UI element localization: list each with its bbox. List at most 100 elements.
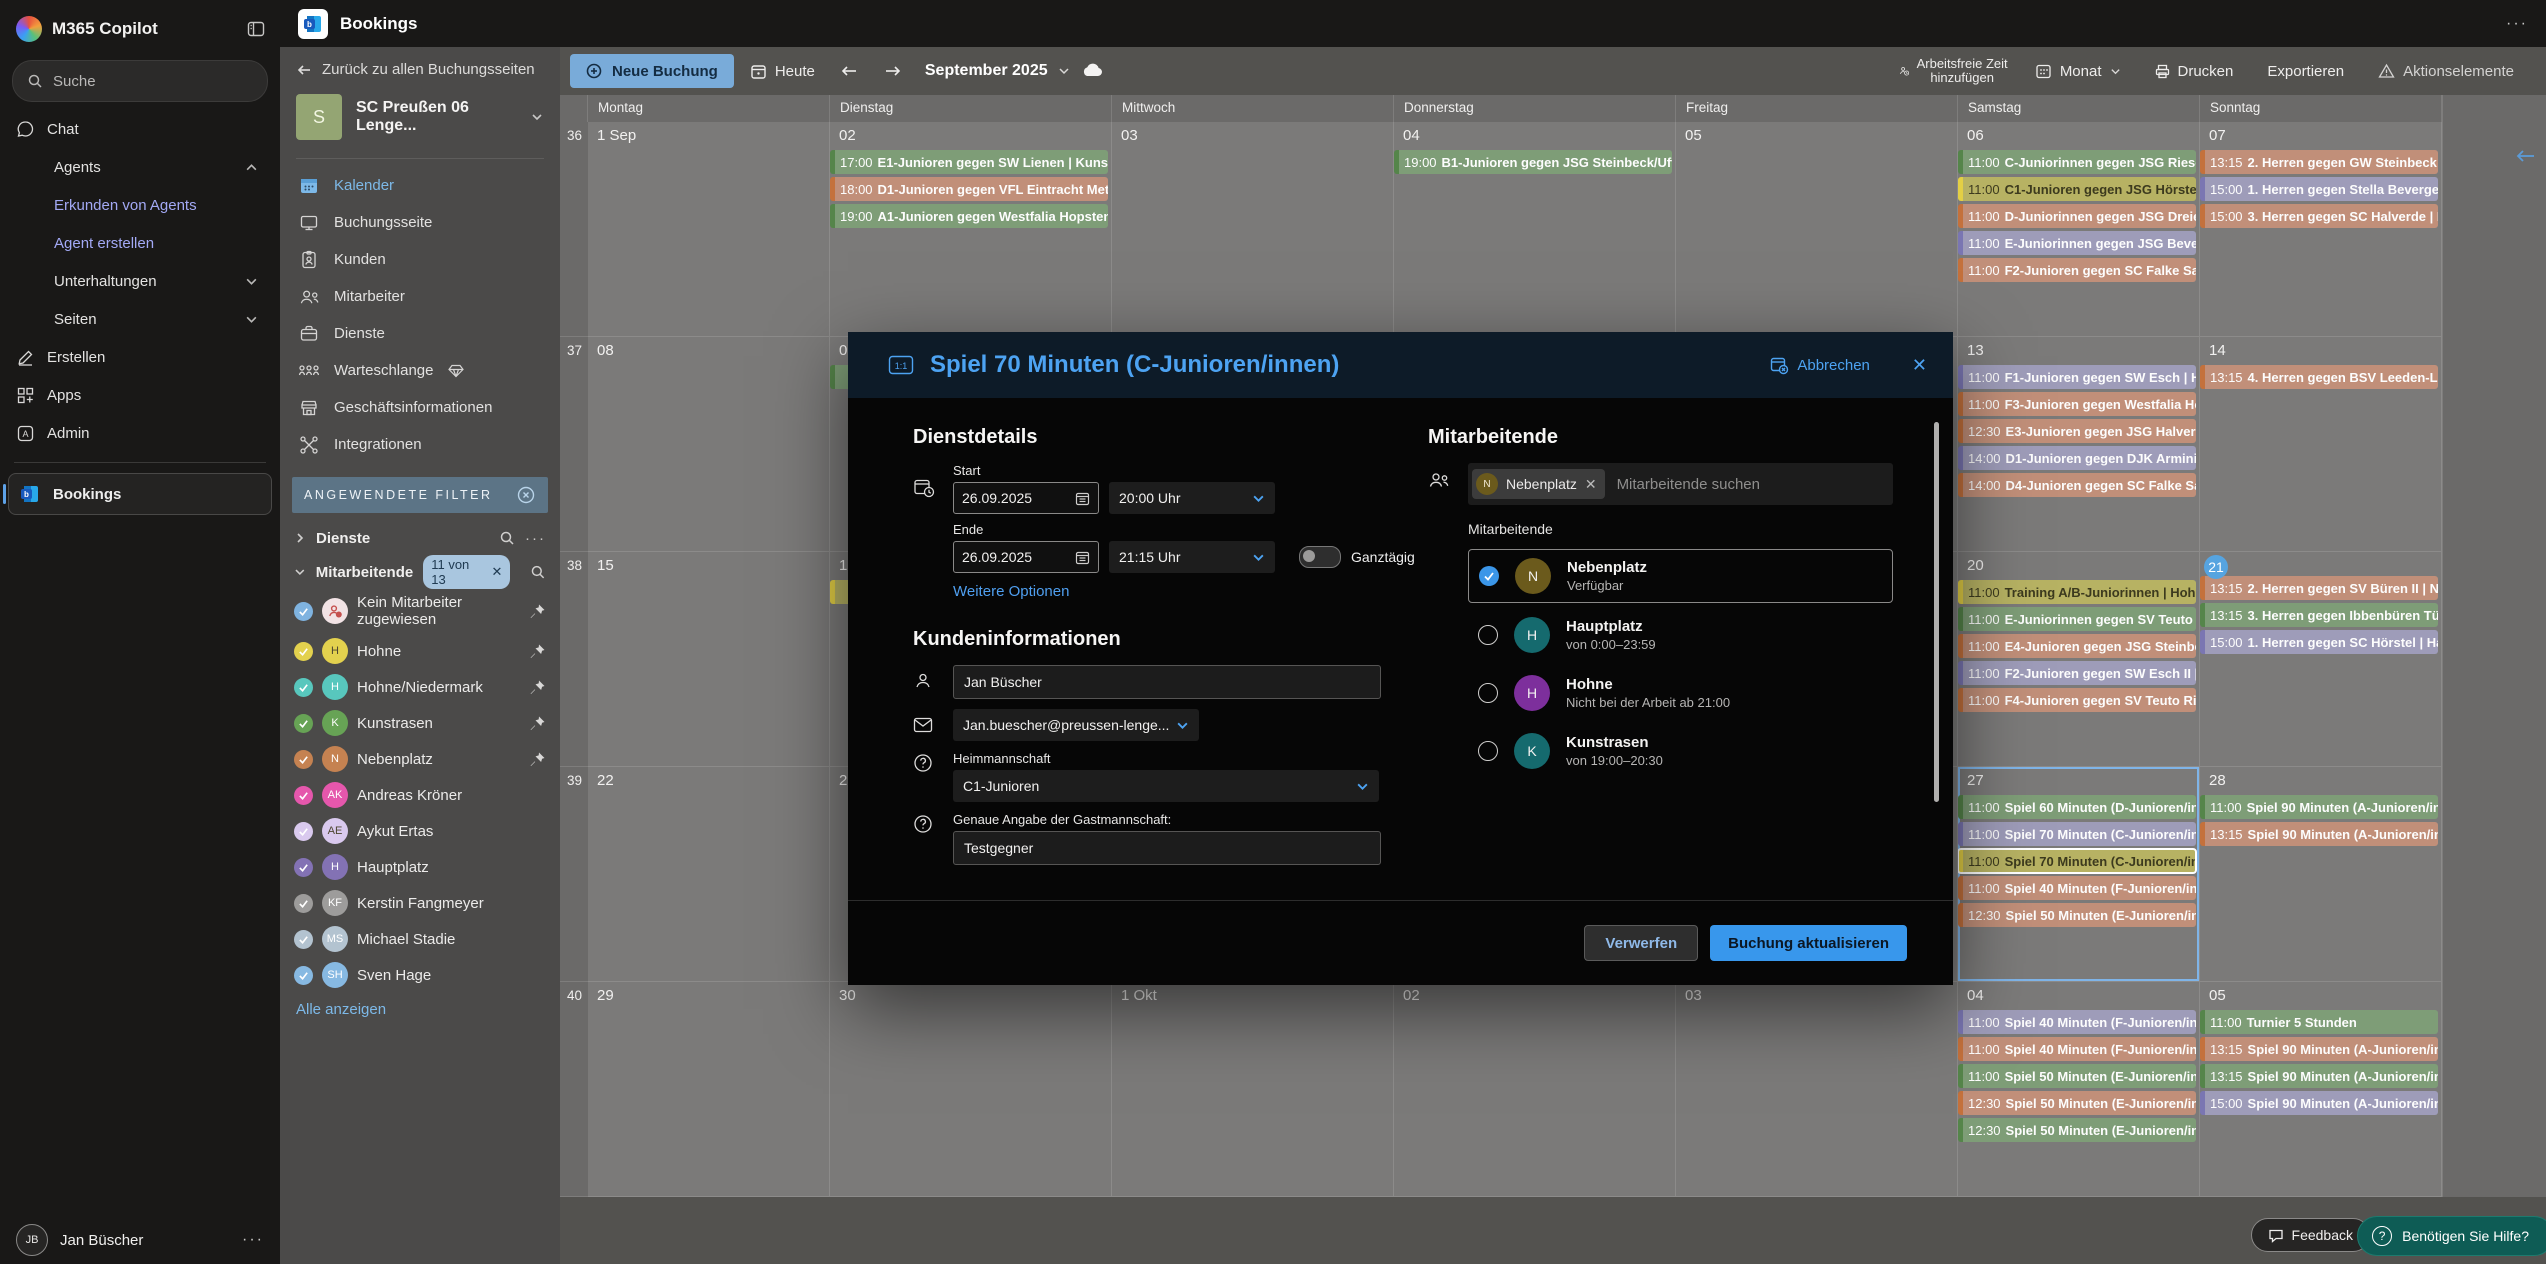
export-button[interactable]: Exportieren bbox=[2259, 54, 2352, 88]
day-cell[interactable]: 15 bbox=[588, 552, 830, 767]
staff-filter-row[interactable]: K Kunstrasen bbox=[280, 705, 560, 741]
calendar-event[interactable]: 11:00 C1-Junioren gegen JSG Hörstel/Drei… bbox=[1958, 177, 2196, 201]
calendar-event[interactable]: 11:00 E4-Junioren gegen JSG Steinbeck/Uf… bbox=[1958, 634, 2196, 658]
staff-option-kunstrasen[interactable]: K Kunstrasen von 19:00–20:30 bbox=[1468, 725, 1893, 777]
pin-icon[interactable] bbox=[529, 679, 546, 696]
calendar-event[interactable]: 12:30 Spiel 50 Minuten (E-Junioren/innen… bbox=[1958, 1091, 2196, 1115]
day-cell[interactable]: 06 11:00 C-Juniorinnen gegen JSG Riesenbe… bbox=[1958, 122, 2200, 337]
home-team-select[interactable]: C1-Junioren bbox=[953, 770, 1379, 802]
calendar-event[interactable]: 14:00 D4-Junioren gegen SC Falke Saerbec… bbox=[1958, 473, 2196, 497]
help-button[interactable]: ? Benötigen Sie Hilfe? bbox=[2357, 1216, 2546, 1256]
day-cell[interactable]: 04 19:00 B1-Junioren gegen JSG Steinbeck/… bbox=[1394, 122, 1676, 337]
radio-icon[interactable] bbox=[1478, 625, 1498, 645]
calendar-event[interactable]: 18:00 D1-Junioren gegen VFL Eintracht Me… bbox=[830, 177, 1108, 201]
staff-checked-icon[interactable] bbox=[294, 893, 313, 913]
calendar-event[interactable]: 19:00 B1-Junioren gegen JSG Steinbeck/Uf… bbox=[1394, 150, 1672, 174]
more-options-link[interactable]: Weitere Optionen bbox=[953, 583, 1069, 600]
back-link[interactable]: Zurück zu allen Buchungsseiten bbox=[280, 47, 560, 84]
staff-checked-icon[interactable] bbox=[294, 965, 313, 985]
update-booking-button[interactable]: Buchung aktualisieren bbox=[1710, 925, 1907, 961]
staff-chip[interactable]: N Nebenplatz ✕ bbox=[1472, 469, 1605, 499]
calendar-event[interactable]: 13:15 2. Herren gegen SV Büren II | Nebe… bbox=[2200, 576, 2438, 600]
staff-filter-row[interactable]: AK Andreas Kröner bbox=[280, 777, 560, 813]
calendar-event[interactable]: 11:00 F3-Junioren gegen Westfalia Hopste… bbox=[1958, 392, 2196, 416]
month-picker[interactable]: September 2025 bbox=[925, 62, 1104, 80]
sidebar-item-seiten[interactable]: Seiten bbox=[0, 300, 280, 338]
calendar-event[interactable]: 11:00 F2-Junioren gegen SC Falke Saerbec… bbox=[1958, 258, 2196, 282]
day-cell[interactable]: 27 11:00 Spiel 60 Minuten (D-Junioren/inn… bbox=[1958, 767, 2200, 982]
staff-checked-icon[interactable] bbox=[294, 929, 313, 949]
staff-search-field[interactable]: N Nebenplatz ✕ Mitarbeitende suchen bbox=[1468, 463, 1893, 505]
calendar-event[interactable]: 13:15 3. Herren gegen Ibbenbüren Türkoye… bbox=[2200, 603, 2438, 627]
day-cell[interactable]: 02 bbox=[1394, 982, 1676, 1197]
calendar-event[interactable]: 11:00 Spiel 40 Minuten (F-Junioren/innen… bbox=[1958, 876, 2196, 900]
calendar-event[interactable]: 14:00 D1-Junioren gegen DJK Arminia Ibbe… bbox=[1958, 446, 2196, 470]
calendar-event[interactable]: 17:00 E1-Junioren gegen SW Lienen | Kuns… bbox=[830, 150, 1108, 174]
nav-item-integrationen[interactable]: Integrationen bbox=[280, 426, 560, 463]
new-booking-button[interactable]: Neue Buchung bbox=[570, 54, 734, 88]
search-icon[interactable] bbox=[530, 564, 546, 580]
titlebar-more-icon[interactable]: ··· bbox=[2506, 15, 2528, 33]
calendar-event[interactable]: 15:00 1. Herren gegen Stella Bevergern |… bbox=[2200, 177, 2438, 201]
action-items-button[interactable]: Aktionselemente bbox=[2370, 54, 2522, 88]
calendar-event[interactable]: 12:30 Spiel 50 Minuten (E-Junioren/innen… bbox=[1958, 903, 2196, 927]
customer-email-select[interactable]: Jan.buescher@preussen-lenge... bbox=[953, 709, 1199, 741]
services-more-icon[interactable]: ··· bbox=[525, 530, 546, 547]
pin-icon[interactable] bbox=[529, 751, 546, 768]
calendar-event[interactable]: 13:15 4. Herren gegen BSV Leeden-Ledde I… bbox=[2200, 365, 2438, 389]
nav-item-warteschlange[interactable]: Warteschlange bbox=[280, 352, 560, 389]
all-day-toggle[interactable] bbox=[1299, 546, 1341, 568]
calendar-event[interactable]: 11:00 E-Juniorinnen gegen SV Teuto Riese… bbox=[1958, 607, 2196, 631]
sidebar-item-erstellen[interactable]: Erstellen bbox=[0, 338, 280, 376]
staff-checked-icon[interactable] bbox=[294, 857, 313, 877]
prev-month-button[interactable] bbox=[831, 54, 867, 88]
nav-item-buchungsseite[interactable]: Buchungsseite bbox=[280, 204, 560, 241]
calendar-event[interactable]: 13:15 Spiel 90 Minuten (A-Junioren/innen… bbox=[2200, 822, 2438, 846]
nav-item-gesch-ftsinformationen[interactable]: Geschäftsinformationen bbox=[280, 389, 560, 426]
calendar-event[interactable]: 11:00 Spiel 50 Minuten (E-Junioren/innen… bbox=[1958, 1064, 2196, 1088]
calendar-event[interactable]: 11:00 Turnier 5 Stunden bbox=[2200, 1010, 2438, 1034]
staff-checked-icon[interactable] bbox=[294, 713, 313, 733]
calendar-event[interactable]: 13:15 Spiel 90 Minuten (A-Junioren/innen… bbox=[2200, 1064, 2438, 1088]
sidebar-item-bookings[interactable]: b Bookings bbox=[3, 473, 272, 515]
calendar-event[interactable]: 11:00 Spiel 40 Minuten (F-Junioren/innen… bbox=[1958, 1037, 2196, 1061]
end-time-select[interactable]: 21:15 Uhr bbox=[1109, 541, 1275, 573]
calendar-event[interactable]: 12:30 E3-Junioren gegen JSG Halverde/Sch… bbox=[1958, 419, 2196, 443]
day-cell[interactable]: 04 11:00 Spiel 40 Minuten (F-Junioren/inn… bbox=[1958, 982, 2200, 1197]
customer-name-input[interactable]: Jan Büscher bbox=[953, 665, 1381, 699]
sidebar-item-agent-erstellen[interactable]: Agent erstellen bbox=[0, 224, 280, 262]
pin-icon[interactable] bbox=[529, 715, 546, 732]
staff-checked-icon[interactable] bbox=[294, 821, 313, 841]
staff-filter-badge[interactable]: 11 von 13 ✕ bbox=[423, 555, 511, 589]
calendar-event[interactable]: 15:00 Spiel 90 Minuten (A-Junioren/innen… bbox=[2200, 1091, 2438, 1115]
calendar-event[interactable]: 11:00 Spiel 70 Minuten (C-Junioren/innen… bbox=[1958, 848, 2197, 874]
sidebar-item-chat[interactable]: Chat bbox=[0, 110, 280, 148]
nav-item-kalender[interactable]: Kalender bbox=[280, 167, 560, 204]
add-off-time-button[interactable]: Arbeitsfreie Zeit hinzufügen bbox=[1899, 57, 2009, 85]
staff-filter-row[interactable]: H Hohne/Niedermark bbox=[280, 669, 560, 705]
day-cell[interactable]: 29 bbox=[588, 982, 830, 1197]
staff-checked-icon[interactable] bbox=[294, 641, 313, 661]
calendar-event[interactable]: 11:00 Spiel 60 Minuten (D-Junioren/innen… bbox=[1958, 795, 2196, 819]
day-cell[interactable]: 28 11:00 Spiel 90 Minuten (A-Junioren/inn… bbox=[2200, 767, 2442, 982]
pin-icon[interactable] bbox=[529, 643, 546, 660]
discard-button[interactable]: Verwerfen bbox=[1584, 925, 1699, 961]
staff-option-nebenplatz[interactable]: N Nebenplatz Verfügbar bbox=[1468, 549, 1893, 603]
day-cell[interactable]: 20 11:00 Training A/B-Juniorinnen | Hohne… bbox=[1958, 552, 2200, 767]
calendar-event[interactable]: 11:00 Spiel 90 Minuten (A-Junioren/innen… bbox=[2200, 795, 2438, 819]
day-cell[interactable]: 05 11:00 Turnier 5 Stunden 13:15 Spiel 90 … bbox=[2200, 982, 2442, 1197]
dialog-scrollbar[interactable] bbox=[1934, 422, 1939, 802]
staff-filter-row[interactable]: SH Sven Hage bbox=[280, 957, 560, 993]
staff-filter-row[interactable]: ? Kein Mitarbeiter zugewiesen bbox=[280, 589, 560, 633]
calendar-event[interactable]: 11:00 F1-Junioren gegen SW Esch | Hauptp… bbox=[1958, 365, 2196, 389]
day-cell[interactable]: 03 bbox=[1676, 982, 1958, 1197]
services-filter-section[interactable]: Dienste ··· bbox=[280, 521, 560, 555]
search-input[interactable]: Suche bbox=[12, 60, 268, 102]
staff-filter-row[interactable]: AE Aykut Ertas bbox=[280, 813, 560, 849]
nav-item-kunden[interactable]: Kunden bbox=[280, 241, 560, 278]
search-icon[interactable] bbox=[499, 530, 515, 546]
calendar-event[interactable]: 11:00 Training A/B-Juniorinnen | Hohne bbox=[1958, 580, 2196, 604]
calendar-event[interactable]: 11:00 D-Juniorinnen gegen JSG Dreierwald… bbox=[1958, 204, 2196, 228]
calendar-event[interactable]: 13:15 2. Herren gegen GW Steinbeck III |… bbox=[2200, 150, 2438, 174]
day-cell[interactable]: 14 13:15 4. Herren gegen BSV Leeden-Ledde… bbox=[2200, 337, 2442, 552]
